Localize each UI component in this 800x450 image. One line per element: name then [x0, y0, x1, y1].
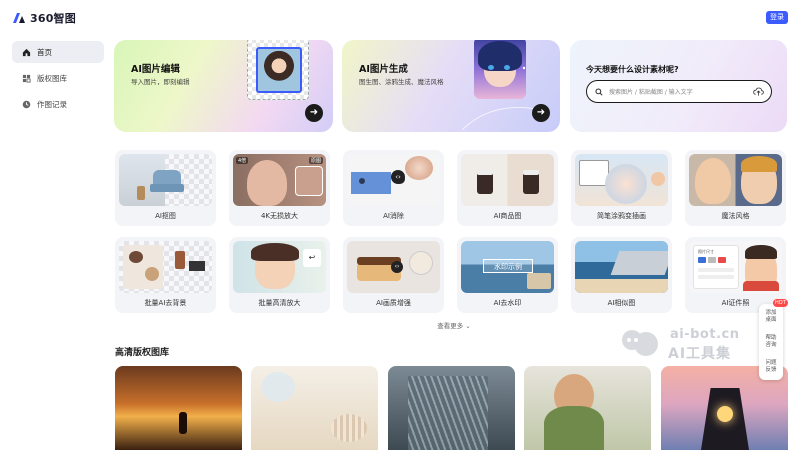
search-title: 今天想要什么设计素材呢?: [586, 65, 679, 74]
id-photo-form-label: 照片尺寸: [698, 249, 714, 254]
sidebar-item-history[interactable]: 作图记录: [12, 93, 104, 115]
robot-logo-icon: [622, 330, 658, 356]
hero-edit-image: [247, 40, 309, 100]
top-bar: 360智图 登录: [0, 0, 800, 34]
search-placeholder: 搜索图片 / 粘贴截图 / 输入文字: [609, 89, 693, 96]
hero-edit-subtitle: 导入图片，即刻编辑: [131, 78, 190, 86]
tool-label: 魔法风格: [721, 212, 750, 220]
tool-badge-left: 4倍: [236, 157, 249, 164]
tool-thumb-remove-watermark: 水印示例: [461, 241, 554, 293]
search-input[interactable]: 搜索图片 / 粘贴截图 / 输入文字: [586, 80, 772, 103]
tool-label: AI相似图: [607, 299, 636, 307]
tool-thumb-product: [461, 154, 554, 206]
grid-icon: [22, 74, 31, 83]
tool-card-enhance[interactable]: ‹› AI画质增强: [343, 237, 444, 313]
tool-card-sketch[interactable]: 简笔涂鸦变插画: [571, 150, 672, 226]
site-watermark: ai-bot.cn AI工具集: [616, 326, 756, 366]
clock-icon: [22, 100, 31, 109]
tool-card-remove-watermark[interactable]: 水印示例 AI去水印: [457, 237, 558, 313]
tool-label: 简笔涂鸦变插画: [597, 212, 646, 220]
tool-card-batch-upscale[interactable]: ↩ 批量高清放大: [229, 237, 330, 313]
gallery-image-shells[interactable]: [251, 366, 378, 450]
hero-card-search: 今天想要什么设计素材呢? 搜索图片 / 粘贴截图 / 输入文字: [570, 40, 787, 132]
login-button[interactable]: 登录: [766, 11, 788, 24]
tool-thumb-upscale: 4倍 原图: [233, 154, 326, 206]
hero-generate-arrow-button[interactable]: ➜: [532, 104, 550, 122]
tool-thumb-id-photo: 照片尺寸: [689, 241, 782, 293]
logo-icon: [13, 13, 25, 23]
hero-card-edit[interactable]: AI图片编辑 导入图片，即刻编辑 ➜: [114, 40, 333, 132]
tool-thumb-batch-upscale: ↩: [233, 241, 326, 293]
hero-edit-arrow-button[interactable]: ➜: [305, 104, 323, 122]
app-root: 360智图 登录 首页 版权图库 作图记录 AI图片编辑 导入图片，即刻编辑 ➜…: [0, 0, 800, 450]
sidebar-item-label: 版权图库: [37, 73, 67, 83]
tool-thumb-erase: ‹›: [347, 154, 440, 206]
hero-edit-title: AI图片编辑: [131, 64, 180, 75]
logo-text: 360智图: [30, 12, 76, 25]
tool-thumb-magic-style: [689, 154, 782, 206]
tool-label: AI画质增强: [376, 299, 411, 307]
tool-label: 4K无损放大: [260, 212, 299, 220]
help-consult-button[interactable]: 帮助咨询: [759, 335, 783, 349]
gallery-title: 高清版权图库: [115, 348, 170, 358]
tool-label: 批量AI去背景: [144, 299, 187, 307]
view-more-link[interactable]: 查看更多 ⌄: [414, 320, 494, 330]
floating-toolbar: HOT 添加桌面 帮助咨询 问题反馈: [759, 299, 788, 380]
decorative-curve-icon: [461, 66, 543, 131]
tool-card-cutout[interactable]: AI抠图: [115, 150, 216, 226]
tool-card-similar[interactable]: AI相似图: [571, 237, 672, 313]
tool-label: AI去水印: [493, 299, 522, 307]
tool-card-erase[interactable]: ‹› AI消除: [343, 150, 444, 226]
feedback-button[interactable]: 问题反馈: [759, 360, 783, 374]
watermark-top-text: ai-bot.cn: [670, 327, 740, 342]
tool-label: AI抠图: [155, 212, 176, 220]
tool-badge-right: 原图: [308, 157, 323, 164]
tool-card-id-photo[interactable]: 照片尺寸 AI证件照: [685, 237, 786, 313]
watermark-sample-text: 水印示例: [483, 259, 533, 273]
sidebar-item-library[interactable]: 版权图库: [12, 67, 104, 89]
tool-card-product[interactable]: AI商品图: [457, 150, 558, 226]
search-icon: [595, 87, 603, 96]
upload-image-icon[interactable]: [753, 86, 764, 97]
gallery-image-portrait[interactable]: [524, 366, 651, 450]
tool-thumb-cutout: [119, 154, 212, 206]
sidebar-item-label: 作图记录: [37, 99, 67, 109]
tool-label: 批量高清放大: [258, 299, 301, 307]
sidebar-item-label: 首页: [37, 47, 52, 57]
tool-card-magic-style[interactable]: 魔法风格: [685, 150, 786, 226]
tool-card-batch-bg-remove[interactable]: 批量AI去背景: [115, 237, 216, 313]
gallery-image-sunset[interactable]: [115, 366, 242, 450]
tool-thumb-sketch: [575, 154, 668, 206]
home-icon: [22, 48, 31, 57]
tool-thumb-batch-bg-remove: [119, 241, 212, 293]
hero-card-generate[interactable]: AI图片生成 图生图、涂鸦生成、魔法风格 ➜: [342, 40, 560, 132]
sidebar: 首页 版权图库 作图记录: [12, 41, 104, 119]
add-to-desktop-button[interactable]: 添加桌面: [759, 310, 783, 324]
sidebar-item-home[interactable]: 首页: [12, 41, 104, 63]
watermark-bottom-text: AI工具集: [668, 346, 732, 362]
gallery-image-building[interactable]: [388, 366, 515, 450]
tool-thumb-enhance: ‹›: [347, 241, 440, 293]
tool-label: AI商品图: [493, 212, 522, 220]
logo[interactable]: 360智图: [12, 10, 76, 26]
tool-card-upscale[interactable]: 4倍 原图 4K无损放大: [229, 150, 330, 226]
tool-label: AI消除: [383, 212, 404, 220]
tool-thumb-similar: [575, 241, 668, 293]
hot-badge: HOT: [773, 299, 788, 307]
